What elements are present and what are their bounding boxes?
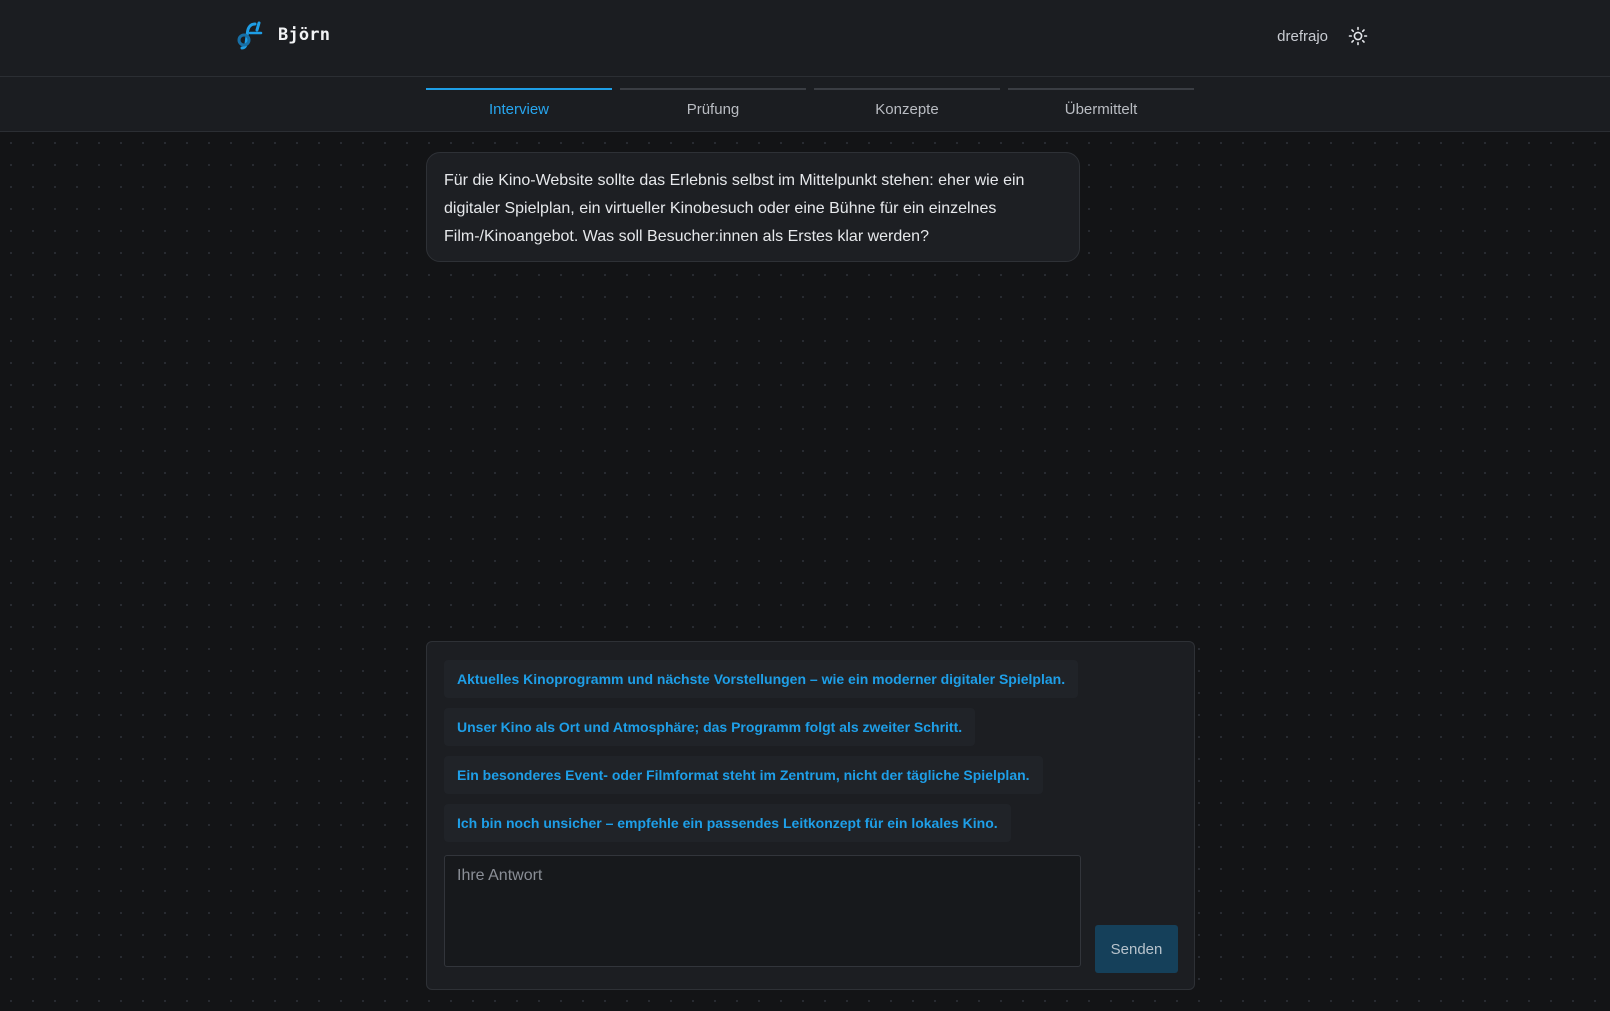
- answer-input[interactable]: [444, 855, 1081, 967]
- answer-option[interactable]: Ich bin noch unsicher – empfehle ein pas…: [444, 804, 1011, 842]
- answer-option[interactable]: Ein besonderes Event- oder Filmformat st…: [444, 756, 1043, 794]
- tab-pruefung[interactable]: Prüfung: [620, 88, 806, 128]
- username[interactable]: drefrajo: [1277, 28, 1328, 45]
- answer-option[interactable]: Aktuelles Kinoprogramm und nächste Vorst…: [444, 660, 1079, 698]
- app-header: Björn drefrajo: [0, 0, 1610, 77]
- send-button[interactable]: Senden: [1095, 925, 1178, 973]
- tab-interview[interactable]: Interview: [426, 88, 612, 128]
- theme-toggle-button[interactable]: [1346, 24, 1370, 48]
- tab-uebermittelt[interactable]: Übermittelt: [1008, 88, 1194, 128]
- user-area: drefrajo: [1277, 24, 1370, 48]
- tabs-bar: Interview Prüfung Konzepte Übermittelt: [0, 77, 1610, 132]
- answer-panel: Aktuelles Kinoprogramm und nächste Vorst…: [426, 641, 1195, 990]
- sun-icon: [1348, 26, 1368, 46]
- tab-list: Interview Prüfung Konzepte Übermittelt: [426, 88, 1194, 128]
- brand-name: Björn: [278, 25, 331, 45]
- brand[interactable]: Björn: [236, 20, 330, 50]
- question-message: Für die Kino-Website sollte das Erlebnis…: [426, 152, 1080, 262]
- answer-option[interactable]: Unser Kino als Ort und Atmosphäre; das P…: [444, 708, 976, 746]
- tab-konzepte[interactable]: Konzepte: [814, 88, 1000, 128]
- answer-options: Aktuelles Kinoprogramm und nächste Vorst…: [444, 660, 1079, 852]
- df-logo-icon: [237, 21, 263, 50]
